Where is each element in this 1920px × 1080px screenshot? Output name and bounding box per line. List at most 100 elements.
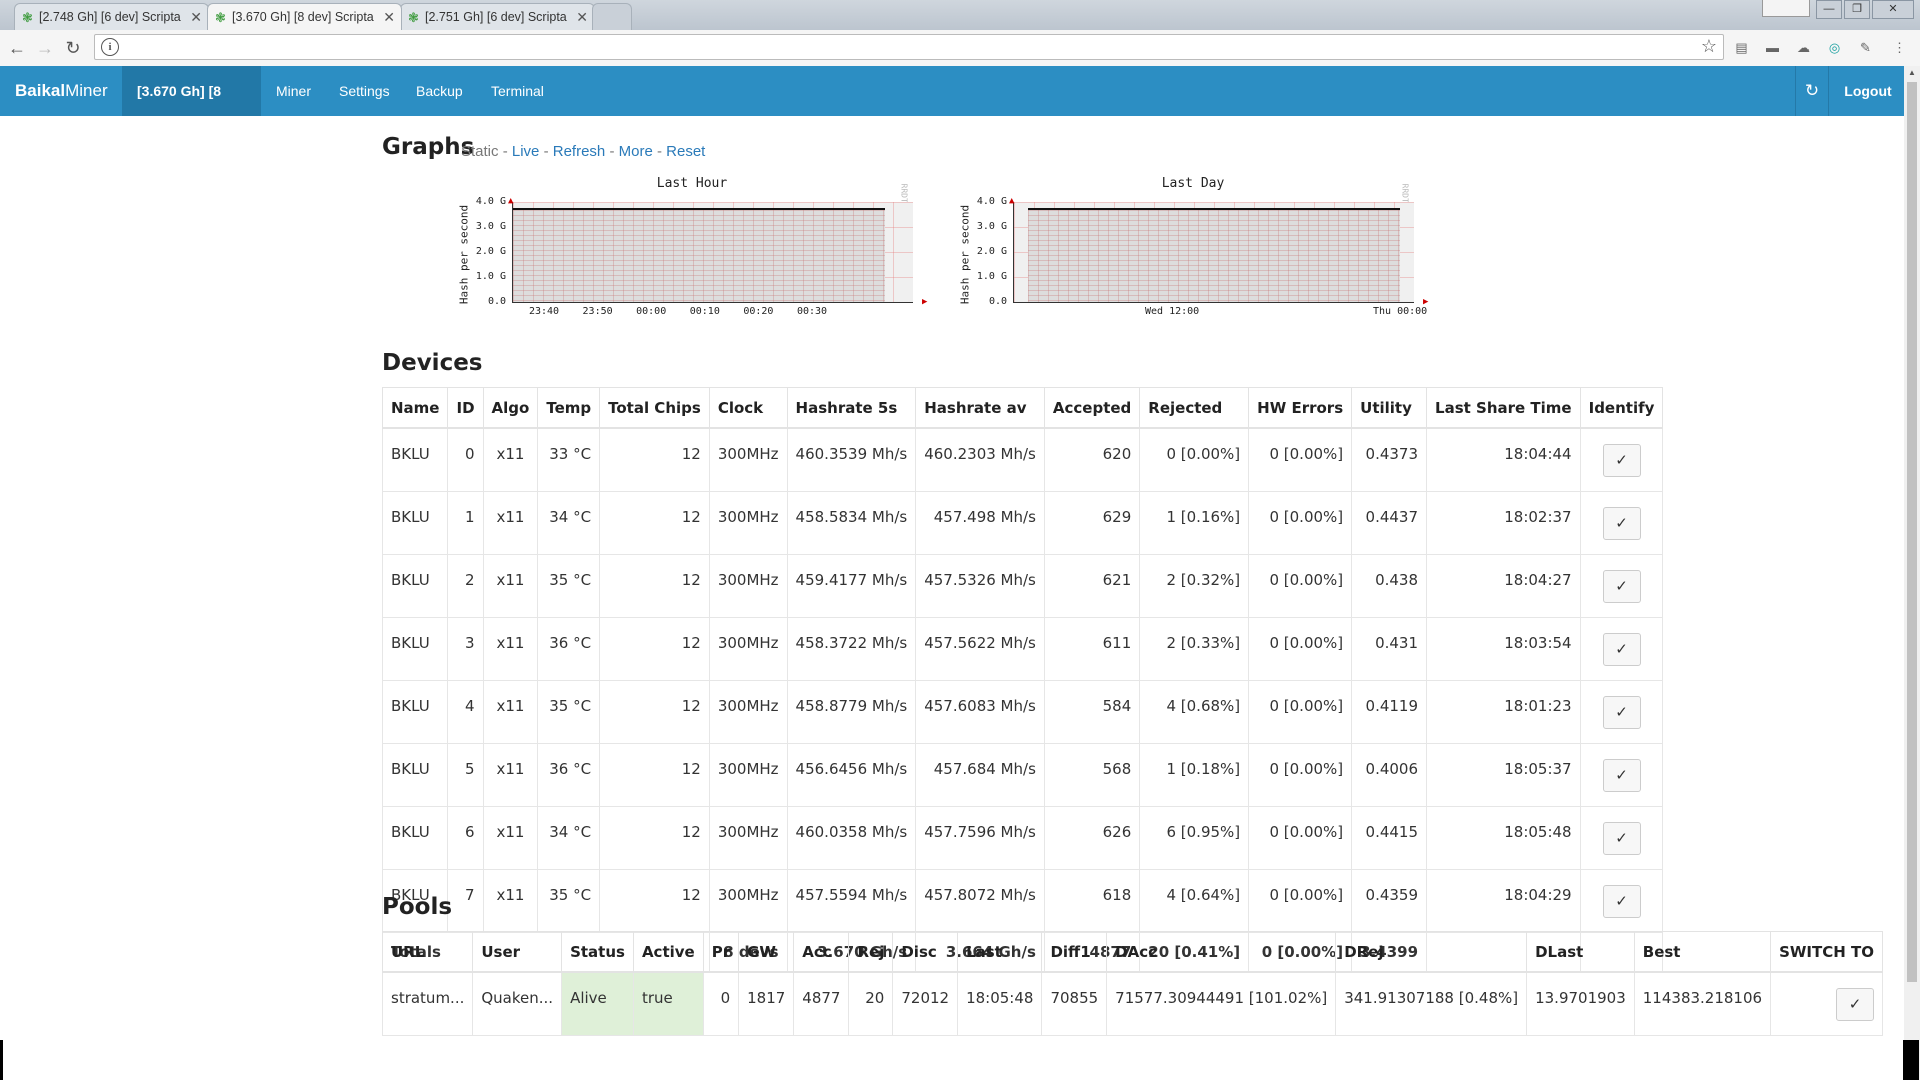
scroll-thumb[interactable] — [1907, 82, 1917, 982]
minimize-icon[interactable]: — — [1816, 0, 1842, 19]
y-tick-label: 1.0 G — [475, 271, 506, 282]
separator: - — [656, 143, 662, 160]
graph-plot-area — [1013, 202, 1414, 303]
maximize-icon[interactable]: ❐ — [1844, 0, 1870, 19]
column-header: Best — [1633, 931, 1772, 973]
identify-button[interactable]: ✓ — [1602, 632, 1641, 666]
y-tick-label: 3.0 G — [976, 221, 1007, 232]
page-scrollbar[interactable]: ▲ ▼ — [1904, 66, 1920, 1080]
reload-icon[interactable]: ↻ — [61, 36, 85, 60]
screen-edge — [0, 1040, 3, 1080]
device-cell: 456.6456 Mh/s — [786, 743, 917, 807]
extension-icon[interactable]: ▤ — [1733, 39, 1750, 56]
tab-close-icon[interactable]: ✕ — [383, 4, 395, 30]
column-header: DRej — [1335, 931, 1528, 973]
device-row: BKLU 7 x11 35 °C 12 300MHz 457.5594 Mh/s 457.80… — [381, 869, 1664, 933]
pool-row: stratum... Quaken... Alive true 0 1817 4877 20 7… — [381, 971, 1883, 1036]
device-cell: BKLU — [381, 680, 449, 744]
switch-to-button[interactable]: ✓ — [1836, 987, 1874, 1021]
device-cell: 35 °C — [537, 680, 601, 744]
y-axis-arrow-icon: ▲ — [508, 196, 514, 206]
device-cell: 626 — [1043, 806, 1141, 870]
tab-close-icon[interactable]: ✕ — [576, 4, 588, 30]
identify-button[interactable]: ✓ — [1602, 443, 1641, 477]
scroll-up-icon[interactable]: ▲ — [1904, 66, 1920, 80]
nav-backup[interactable]: Backup — [401, 66, 478, 116]
address-bar[interactable]: i ☆ — [94, 34, 1724, 60]
column-header: Clock — [708, 387, 788, 429]
device-cell: x11 — [482, 491, 539, 555]
info-icon[interactable]: i — [101, 38, 119, 56]
last-hour-graph: Last Hour Hash per second RRDTOOL / TOBI… — [452, 172, 932, 327]
extension-icon[interactable]: ✎ — [1857, 39, 1874, 56]
extension-icon[interactable]: ◎ — [1826, 39, 1843, 56]
device-cell: 0 [0.00%] — [1248, 743, 1353, 807]
column-header: Rej — [848, 931, 894, 973]
live-link[interactable]: Live — [512, 143, 540, 160]
device-cell: 460.0358 Mh/s — [786, 806, 917, 870]
nav-status[interactable]: [3.670 Gh] [8 dev] — [122, 66, 261, 149]
forward-arrow-icon[interactable]: → — [33, 36, 57, 60]
device-cell: 300MHz — [708, 869, 788, 933]
identify-cell: ✓ — [1579, 491, 1664, 555]
device-cell: 34 °C — [537, 491, 601, 555]
profile-button[interactable] — [1762, 0, 1810, 17]
identify-button[interactable]: ✓ — [1602, 569, 1641, 603]
pools-heading: Pools — [382, 894, 453, 920]
cloud-extension-icon[interactable]: ☁ — [1795, 39, 1812, 56]
reset-link[interactable]: Reset — [666, 143, 705, 160]
identify-button[interactable]: ✓ — [1602, 884, 1641, 918]
y-tick-label: 2.0 G — [976, 246, 1007, 257]
identify-button[interactable]: ✓ — [1602, 821, 1641, 855]
bookmark-star-icon[interactable]: ☆ — [1701, 36, 1717, 57]
brand-logo[interactable]: BaikalMiner — [15, 66, 108, 116]
x-tick-label: 00:00 — [636, 306, 667, 317]
refresh-link[interactable]: Refresh — [553, 143, 606, 160]
y-tick-label: 0.0 — [988, 296, 1007, 307]
nav-settings[interactable]: Settings — [324, 66, 405, 116]
more-link[interactable]: More — [619, 143, 653, 160]
device-cell: 35 °C — [537, 554, 601, 618]
separator: - — [609, 143, 615, 160]
column-header: Total Chips — [599, 387, 710, 429]
identify-button[interactable]: ✓ — [1602, 758, 1641, 792]
device-cell: 4 — [447, 680, 484, 744]
nav-terminal[interactable]: Terminal — [476, 66, 559, 116]
browser-tab[interactable]: ❃ [2.748 Gh] [6 dev] Scripta ✕ — [14, 3, 209, 30]
device-cell: 611 — [1043, 617, 1141, 681]
device-cell: 6 — [447, 806, 484, 870]
logout-button[interactable]: Logout — [1836, 66, 1900, 116]
browser-tab[interactable]: ❃ [2.751 Gh] [6 dev] Scripta ✕ — [400, 3, 595, 30]
device-cell: 18:05:48 — [1426, 806, 1581, 870]
column-header: Disc — [892, 931, 959, 973]
nav-miner[interactable]: Miner — [261, 66, 326, 116]
y-tick-label: 4.0 G — [976, 196, 1007, 207]
back-arrow-icon[interactable]: ← — [5, 36, 29, 60]
column-header: Active — [632, 931, 704, 973]
device-cell: 18:05:37 — [1426, 743, 1581, 807]
pool-cell: stratum... — [381, 971, 474, 1036]
device-cell: 34 °C — [537, 806, 601, 870]
identify-button[interactable]: ✓ — [1602, 506, 1641, 540]
y-axis-arrow-icon: ▲ — [1009, 196, 1015, 206]
identify-button[interactable]: ✓ — [1602, 695, 1641, 729]
device-cell: 0.4359 — [1351, 869, 1428, 933]
device-cell: 36 °C — [537, 617, 601, 681]
device-cell: BKLU — [381, 743, 449, 807]
device-cell: 12 — [599, 806, 710, 870]
device-cell: 1 [0.16%] — [1139, 491, 1250, 555]
refresh-icon[interactable]: ↻ — [1795, 66, 1829, 116]
new-tab-button[interactable] — [592, 3, 632, 30]
tab-close-icon[interactable]: ✕ — [190, 4, 202, 30]
menu-dots-icon[interactable]: ⋮ — [1891, 39, 1908, 56]
browser-tab-active[interactable]: ❃ [3.670 Gh] [8 dev] Scripta ✕ — [207, 3, 402, 30]
device-cell: 458.3722 Mh/s — [786, 617, 917, 681]
tab-title: [2.751 Gh] [6 dev] Scripta — [425, 10, 567, 24]
device-cell: 584 — [1043, 680, 1141, 744]
extension-icon[interactable]: ▬ — [1764, 39, 1781, 56]
device-cell: 12 — [599, 617, 710, 681]
device-cell: 568 — [1043, 743, 1141, 807]
pool-cell: 114383.218106 — [1633, 971, 1772, 1036]
close-window-icon[interactable]: ✕ — [1872, 0, 1914, 19]
x-axis-arrow-icon: ▶ — [922, 297, 928, 307]
